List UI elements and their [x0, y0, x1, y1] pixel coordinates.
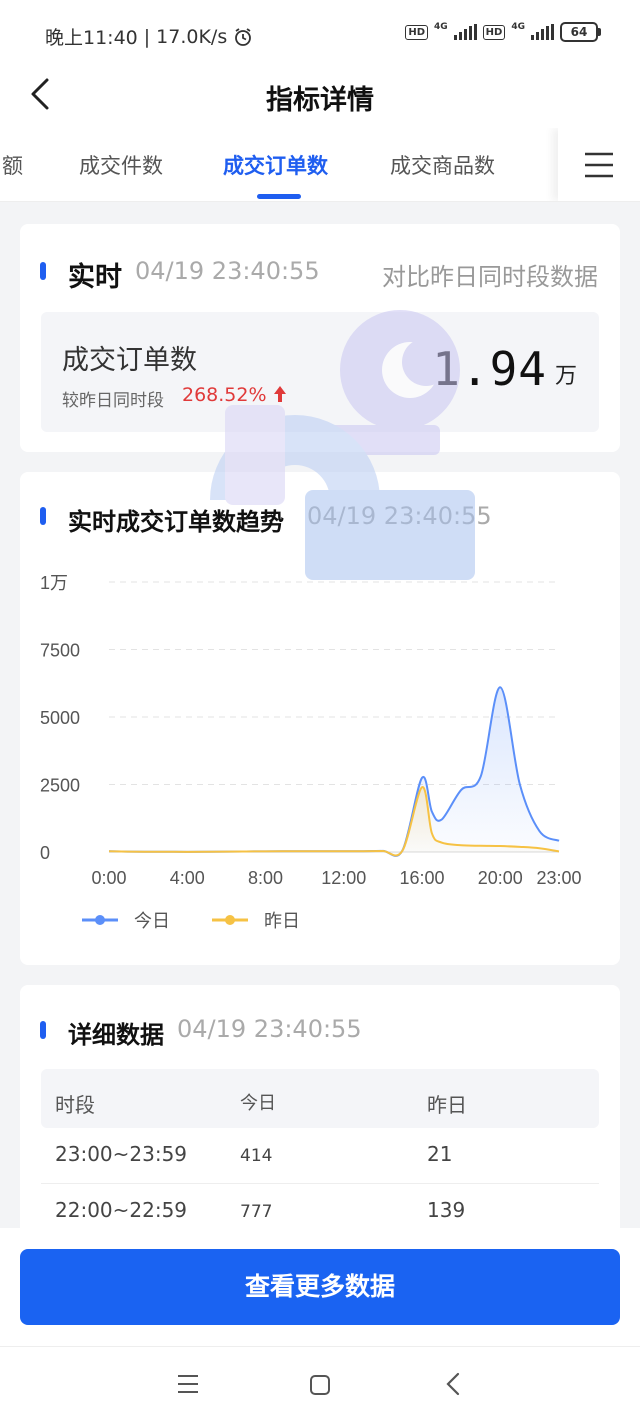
column-header-period: 时段 — [55, 1093, 95, 1117]
realtime-card: 实时 04/19 23:40:55 对比昨日同时段数据 成交订单数 较昨日同时段… — [20, 224, 620, 452]
status-time: 晚上11:40 — [45, 27, 138, 49]
x-tick-label: 16:00 — [400, 868, 445, 888]
tab-amount[interactable]: 额 — [2, 150, 23, 180]
cell-period: 23:00~23:59 — [55, 1142, 188, 1166]
x-tick-label: 12:00 — [321, 868, 366, 888]
nav-bar: 指标详情 — [0, 62, 640, 128]
tab-menu-button[interactable] — [558, 128, 640, 201]
menu-icon[interactable] — [176, 1373, 200, 1395]
tab-items-sold[interactable]: 成交件数 — [79, 150, 163, 180]
legend-marker — [95, 915, 105, 925]
legend-marker — [225, 915, 235, 925]
compare-label: 较昨日同时段 — [62, 391, 164, 411]
x-tick-label: 20:00 — [478, 868, 523, 888]
compare-value: 268.52% — [182, 384, 287, 406]
net-label: 4G — [434, 22, 448, 32]
view-more-data-button[interactable]: 查看更多数据 — [20, 1249, 620, 1325]
table-header: 时段 今日 昨日 — [41, 1069, 599, 1128]
status-bar: 晚上11:40 | 17.0K/s HD 4G HD 4G 64 — [0, 0, 640, 62]
tab-products[interactable]: 成交商品数 — [390, 150, 495, 180]
alarm-icon — [235, 27, 252, 46]
trend-chart: 0 2500 5000 7500 1万 0:00 4:00 8:00 12:00 16:00 20:… — [40, 573, 582, 931]
arrow-up-icon — [273, 386, 286, 402]
status-right: HD 4G HD 4G 64 — [405, 22, 601, 42]
cell-today: 777 — [240, 1202, 273, 1222]
cell-period: 22:00~22:59 — [55, 1198, 188, 1222]
section-marker — [40, 262, 46, 280]
section-title: 实时 — [68, 262, 122, 293]
hd-badge: HD — [405, 24, 429, 40]
metric-unit: 万 — [554, 364, 577, 389]
battery-icon: 64 — [560, 22, 601, 42]
timestamp: 04/19 23:40:55 — [135, 257, 320, 285]
x-tick-label: 8:00 — [248, 868, 283, 888]
section-marker — [40, 507, 46, 525]
compare-percent: 268.52% — [182, 384, 267, 406]
y-tick-label: 7500 — [40, 641, 80, 661]
active-tab-indicator — [257, 194, 301, 199]
legend-label: 今日 — [134, 911, 170, 931]
cell-yesterday: 21 — [427, 1142, 453, 1166]
net-label: 4G — [511, 22, 525, 32]
hd-badge: HD — [482, 24, 506, 40]
timestamp: 04/19 23:40:55 — [177, 1015, 362, 1043]
page-title: 指标详情 — [266, 85, 374, 116]
cell-yesterday: 139 — [427, 1198, 466, 1222]
cell-today: 414 — [240, 1146, 273, 1166]
y-tick-label: 0 — [40, 843, 50, 863]
tab-orders[interactable]: 成交订单数 — [223, 150, 328, 180]
section-title: 详细数据 — [68, 1021, 164, 1049]
y-tick-label: 1万 — [40, 573, 68, 593]
metric-value: 1.94 — [432, 342, 547, 396]
section-marker — [40, 1021, 46, 1039]
signal-icon — [531, 24, 554, 40]
series-area — [109, 687, 559, 856]
system-nav-bar — [0, 1346, 640, 1423]
x-tick-label: 23:00 — [536, 868, 581, 888]
status-speed: 17.0K/s — [156, 25, 228, 48]
metric-tabs: 额 成交件数 成交订单数 成交商品数 — [0, 128, 640, 202]
home-square-icon[interactable] — [308, 1373, 332, 1397]
table-row: 23:00~23:59 414 21 — [41, 1128, 599, 1184]
x-tick-label: 0:00 — [91, 868, 126, 888]
status-left: 晚上11:40 | 17.0K/s — [45, 23, 253, 50]
signal-icon — [453, 24, 477, 40]
hamburger-menu-icon — [585, 152, 613, 177]
timestamp: 04/19 23:40:55 — [307, 502, 492, 530]
section-title: 实时成交订单数趋势 — [68, 508, 284, 536]
y-tick-label: 5000 — [40, 708, 80, 728]
legend-label: 昨日 — [264, 911, 300, 931]
y-tick-label: 2500 — [40, 776, 80, 796]
column-header-today: 今日 — [240, 1093, 276, 1114]
x-tick-label: 4:00 — [170, 868, 205, 888]
back-icon[interactable] — [442, 1371, 466, 1397]
metric-name: 成交订单数 — [62, 345, 197, 376]
column-header-yesterday: 昨日 — [427, 1093, 467, 1117]
compare-note: 对比昨日同时段数据 — [382, 263, 598, 291]
trend-card: 实时成交订单数趋势 04/19 23:40:55 0 2500 5000 7500 1万… — [20, 472, 620, 965]
metric-box: 成交订单数 较昨日同时段 268.52% 1.94 万 — [41, 312, 599, 432]
